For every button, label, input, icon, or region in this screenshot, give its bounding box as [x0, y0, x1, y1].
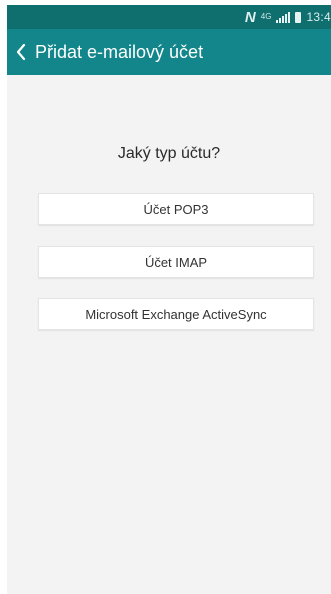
nfc-icon: N — [244, 8, 256, 26]
page-title: Přidat e-mailový účet — [35, 41, 204, 62]
action-bar: Přidat e-mailový účet — [7, 29, 331, 75]
status-time: 13:4 — [306, 10, 331, 24]
exchange-activesync-button[interactable]: Microsoft Exchange ActiveSync — [38, 298, 314, 330]
pop3-account-button[interactable]: Účet POP3 — [38, 193, 314, 225]
status-bar: N 4G 13:4 — [7, 5, 331, 29]
imap-account-button[interactable]: Účet IMAP — [38, 246, 314, 278]
phone-screen: N 4G 13:4 Přidat e-mailový účet Jaký typ… — [0, 0, 331, 594]
question-label: Jaký typ účtu? — [117, 145, 221, 162]
account-type-panel: Jaký typ účtu? Účet POP3 Účet IMAP Micro… — [7, 75, 331, 594]
battery-icon — [295, 11, 302, 23]
back-arrow-icon[interactable] — [9, 29, 33, 75]
signal-icon — [276, 11, 291, 23]
network-type-icon: 4G — [260, 12, 272, 21]
status-icons: N 4G 13:4 — [245, 8, 331, 26]
